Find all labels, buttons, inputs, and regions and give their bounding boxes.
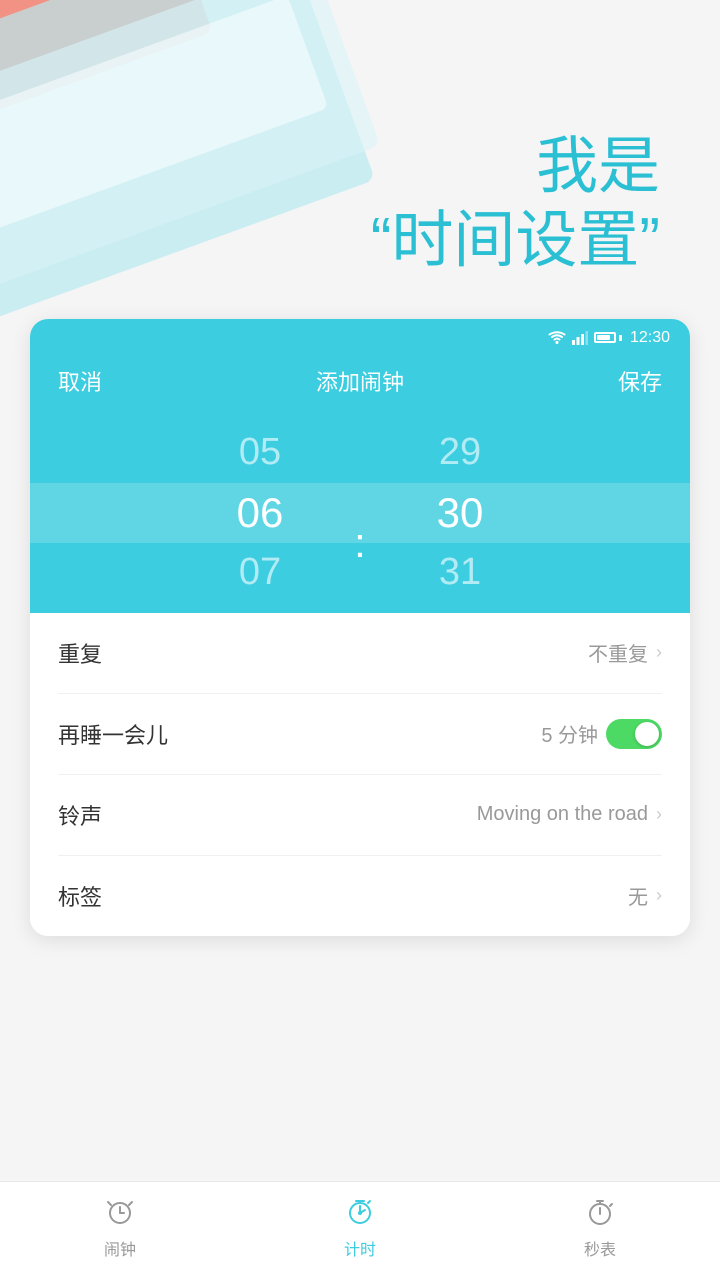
- ringtone-value-text: Moving on the road: [477, 803, 648, 826]
- status-bar: 12:30: [30, 319, 690, 353]
- hour-05: 05: [180, 423, 340, 483]
- status-icons: [548, 331, 622, 345]
- page-title-line2: “时间设置”: [0, 204, 660, 278]
- battery-icon: [594, 332, 622, 343]
- time-separator: :: [340, 513, 380, 573]
- minute-30-selected: 30: [380, 483, 540, 543]
- settings-section: 重复 不重复 › 再睡一会儿 5 分钟 铃声 Moving on the roa…: [30, 613, 690, 936]
- page-title-area: 我是 “时间设置”: [0, 0, 720, 319]
- snooze-value: 5 分钟: [541, 719, 662, 749]
- tag-chevron: ›: [656, 885, 662, 906]
- main-card: 12:30 取消 添加闹钟 保存 05 06 07 : 29: [30, 319, 690, 936]
- toggle-knob: [635, 722, 659, 746]
- hour-06-selected: 06: [180, 483, 340, 543]
- hours-column[interactable]: 05 06 07: [180, 423, 340, 603]
- repeat-row[interactable]: 重复 不重复 ›: [58, 613, 662, 694]
- repeat-value-text: 不重复: [588, 638, 648, 667]
- repeat-label: 重复: [58, 637, 102, 669]
- repeat-chevron: ›: [656, 642, 662, 663]
- nav-item-alarm[interactable]: 闹钟: [0, 1194, 240, 1260]
- tag-label: 标签: [58, 880, 102, 912]
- ringtone-row[interactable]: 铃声 Moving on the road ›: [58, 775, 662, 856]
- timer-nav-label: 计时: [344, 1236, 376, 1260]
- ringtone-label: 铃声: [58, 799, 102, 831]
- minute-29: 29: [380, 423, 540, 483]
- alarm-nav-label: 闹钟: [104, 1236, 136, 1260]
- page-title-line1: 我是: [0, 130, 660, 204]
- signal-icon: [572, 331, 588, 345]
- timer-clock-icon: [342, 1194, 378, 1230]
- tag-row[interactable]: 标签 无 ›: [58, 856, 662, 936]
- toolbar-title: 添加闹钟: [316, 365, 404, 397]
- ringtone-value: Moving on the road ›: [477, 803, 662, 826]
- wifi-icon: [548, 331, 566, 345]
- tag-value-text: 无: [628, 881, 648, 910]
- cancel-button[interactable]: 取消: [58, 365, 102, 397]
- picker-section: 12:30 取消 添加闹钟 保存 05 06 07 : 29: [30, 319, 690, 613]
- hour-07: 07: [180, 543, 340, 603]
- stopwatch-icon: [582, 1194, 618, 1230]
- snooze-label: 再睡一会儿: [58, 718, 168, 750]
- picker-columns: 05 06 07 : 29 30 31: [30, 423, 690, 603]
- nav-item-timer[interactable]: 计时: [240, 1194, 480, 1260]
- tag-value: 无 ›: [628, 881, 662, 910]
- repeat-value: 不重复 ›: [588, 638, 662, 667]
- snooze-toggle[interactable]: [606, 719, 662, 749]
- minutes-column[interactable]: 29 30 31: [380, 423, 540, 603]
- nav-item-stopwatch[interactable]: 秒表: [480, 1194, 720, 1260]
- save-button[interactable]: 保存: [618, 365, 662, 397]
- stopwatch-nav-label: 秒表: [584, 1236, 616, 1260]
- bottom-navigation: 闹钟 计时 秒表: [0, 1181, 720, 1280]
- picker-toolbar: 取消 添加闹钟 保存: [30, 353, 690, 413]
- ringtone-chevron: ›: [656, 804, 662, 825]
- snooze-value-text: 5 分钟: [541, 719, 598, 748]
- snooze-row[interactable]: 再睡一会儿 5 分钟: [58, 694, 662, 775]
- time-picker-wheel[interactable]: 05 06 07 : 29 30 31: [30, 413, 690, 613]
- minute-31: 31: [380, 543, 540, 603]
- alarm-clock-icon: [102, 1194, 138, 1230]
- status-time: 12:30: [630, 329, 670, 347]
